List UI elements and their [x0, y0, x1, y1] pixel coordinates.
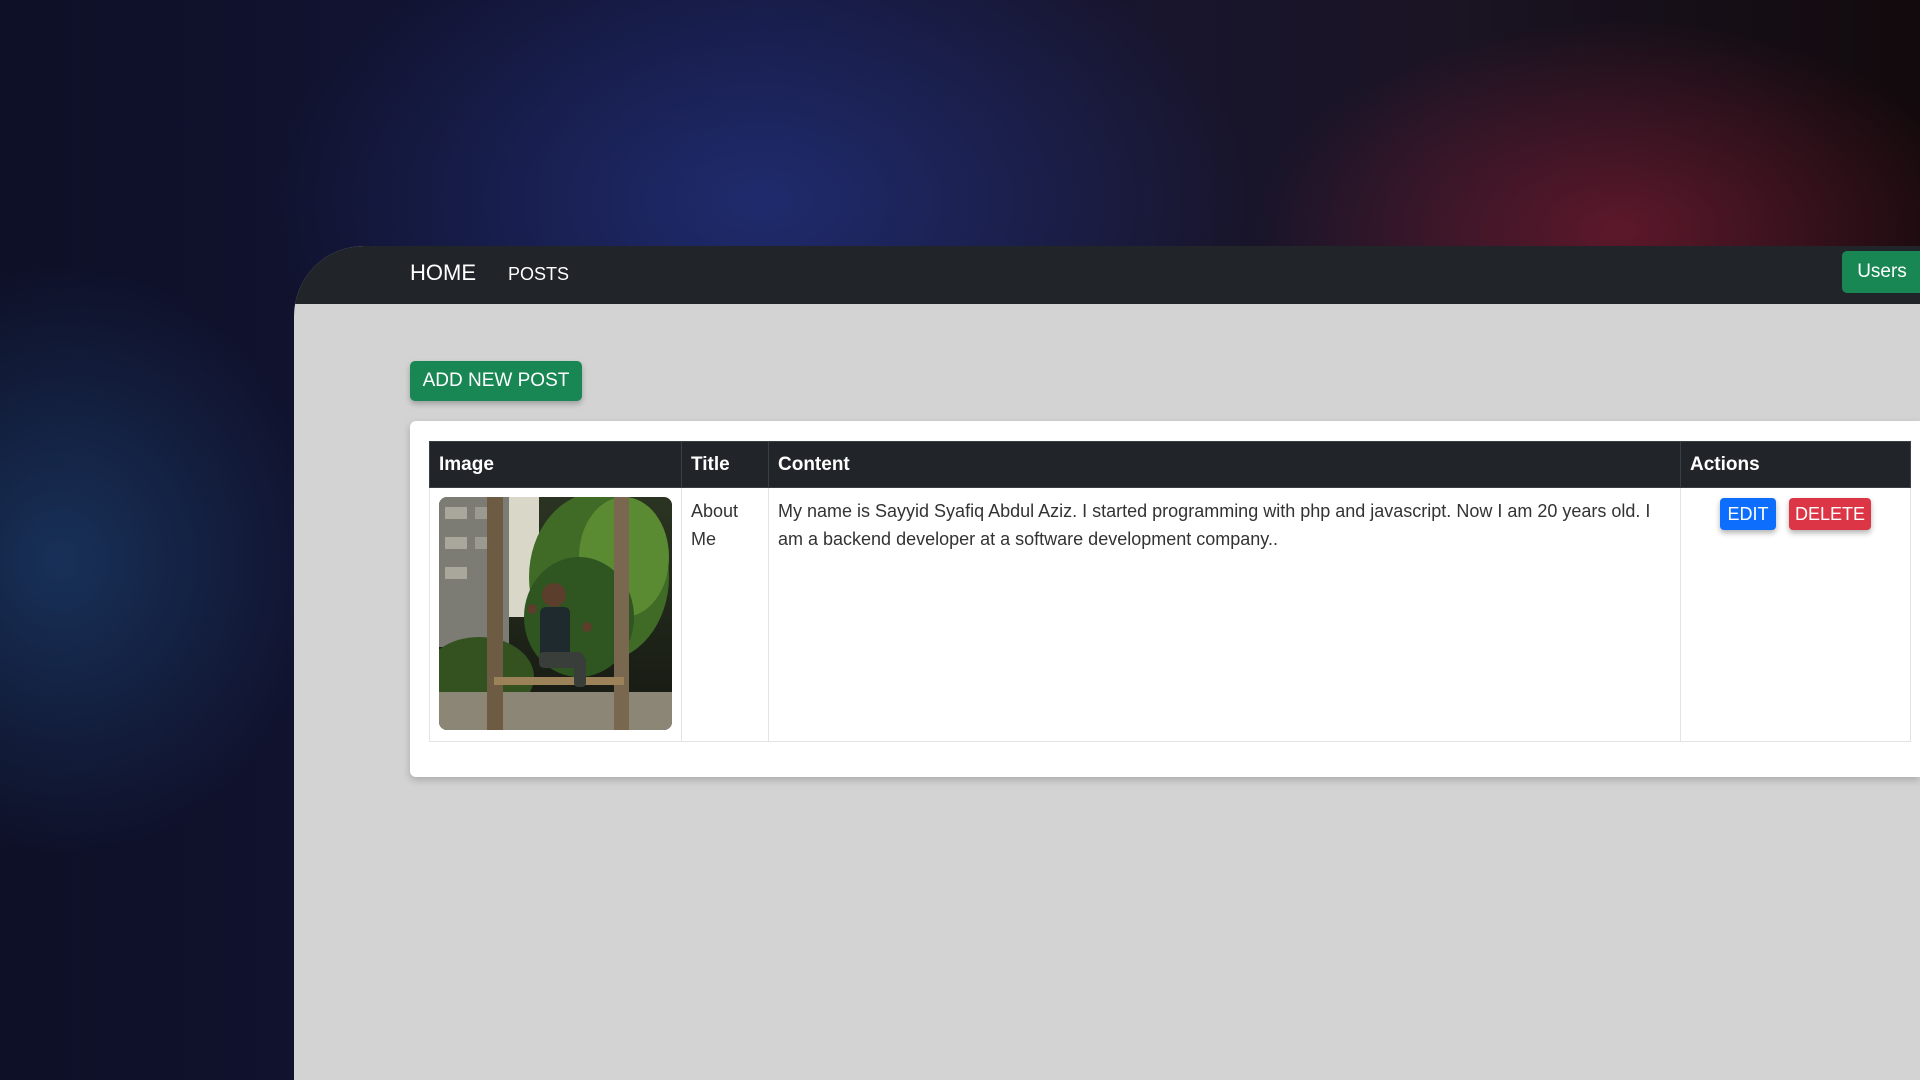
- column-header-actions: Actions: [1680, 441, 1911, 488]
- actions-cell: EDIT DELETE: [1680, 487, 1911, 742]
- posts-card: Image Title Content Actions About Me My …: [410, 421, 1920, 777]
- edit-button[interactable]: EDIT: [1719, 498, 1776, 530]
- table-header-row: Image Title Content Actions: [429, 441, 1911, 488]
- users-button[interactable]: Users: [1842, 251, 1920, 293]
- image-cell: [429, 487, 682, 742]
- title-cell: About Me: [681, 487, 769, 742]
- nav-home-link[interactable]: HOME: [410, 258, 476, 288]
- column-header-image: Image: [429, 441, 682, 488]
- posts-table: Image Title Content Actions About Me My …: [429, 441, 1911, 742]
- column-header-content: Content: [768, 441, 1681, 488]
- column-header-title: Title: [681, 441, 769, 488]
- navbar: HOME POSTS Users: [294, 246, 1920, 304]
- delete-button[interactable]: DELETE: [1789, 498, 1871, 530]
- post-image: [439, 497, 672, 730]
- nav-posts-link[interactable]: POSTS: [508, 261, 569, 287]
- content-cell: My name is Sayyid Syafiq Abdul Aziz. I s…: [768, 487, 1681, 742]
- add-new-post-button[interactable]: ADD NEW POST: [410, 361, 582, 401]
- table-row: About Me My name is Sayyid Syafiq Abdul …: [429, 487, 1911, 742]
- app-window: HOME POSTS Users ADD NEW POST Image Titl…: [294, 246, 1920, 1080]
